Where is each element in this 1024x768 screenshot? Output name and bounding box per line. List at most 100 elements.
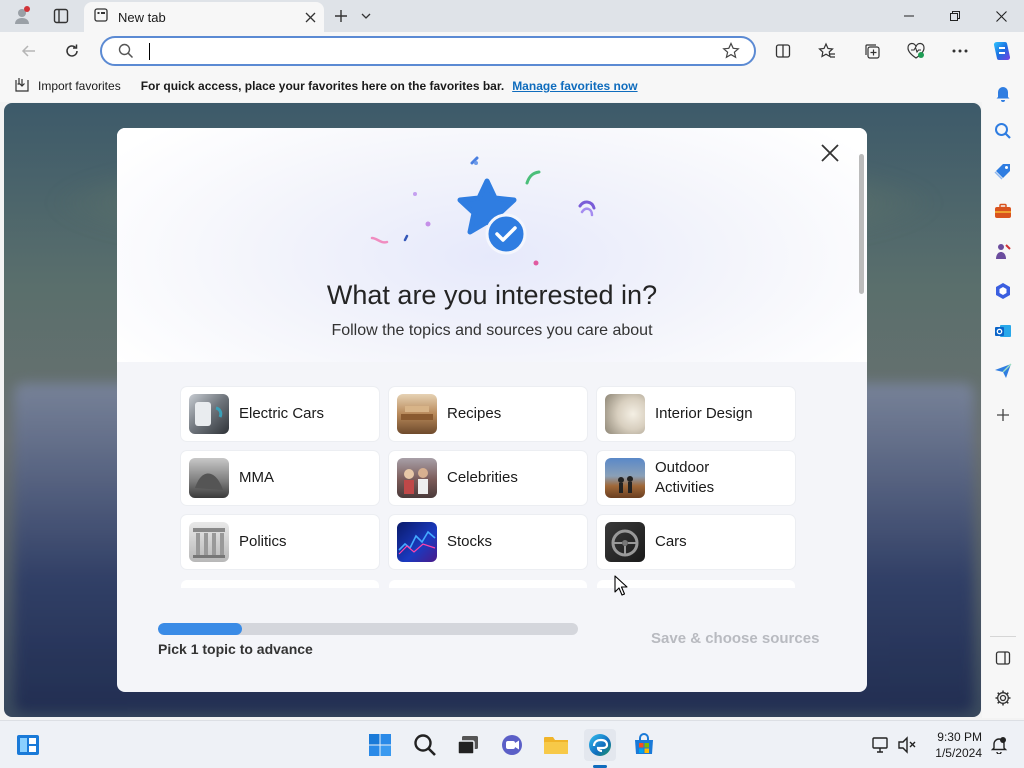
file-explorer-icon[interactable] (540, 729, 572, 761)
profile-avatar-icon[interactable] (8, 0, 36, 32)
topic-thumbnail (397, 394, 437, 434)
mouse-pointer-icon (614, 575, 628, 596)
volume-muted-icon[interactable] (893, 729, 921, 761)
import-icon (14, 77, 30, 96)
edge-browser-icon[interactable] (584, 729, 616, 768)
topic-label: Politics (239, 533, 287, 550)
topic-thumbnail (605, 522, 645, 562)
taskbar-search-icon[interactable] (409, 729, 441, 761)
tab-page-icon (94, 7, 108, 27)
topic-stocks[interactable]: Stocks (389, 515, 587, 569)
microsoft-365-icon[interactable] (990, 278, 1016, 304)
address-input[interactable] (146, 42, 706, 60)
notification-bell-icon[interactable] (990, 80, 1016, 106)
search-icon (118, 43, 134, 64)
manage-favorites-link[interactable]: Manage favorites now (512, 79, 637, 93)
restore-button[interactable] (932, 0, 978, 32)
dialog-subtitle: Follow the topics and sources you care a… (331, 322, 653, 339)
system-clock[interactable]: 9:30 PM 1/5/2024 (920, 729, 982, 761)
progress-hint: Pick 1 topic to advance (158, 641, 313, 657)
widgets-icon[interactable] (12, 729, 44, 761)
collections-icon[interactable] (857, 36, 887, 66)
outlook-icon[interactable] (990, 318, 1016, 344)
drop-send-icon[interactable] (990, 358, 1016, 384)
tools-briefcase-icon[interactable] (990, 198, 1016, 224)
task-view-icon[interactable] (452, 729, 484, 761)
dialog-scrollbar[interactable] (859, 154, 864, 294)
favorite-star-icon[interactable] (722, 42, 740, 65)
topic-cars[interactable]: Cars (597, 515, 795, 569)
close-window-button[interactable] (978, 0, 1024, 32)
more-options-icon[interactable] (945, 36, 975, 66)
sidebar-search-icon[interactable] (990, 118, 1016, 144)
topic-outdoor-activities[interactable]: Outdoor Activities (597, 451, 795, 505)
topic-label: Cars (655, 533, 687, 550)
add-sidebar-app-plus-icon[interactable] (990, 402, 1016, 428)
vertical-tabs-icon[interactable] (48, 0, 74, 32)
topic-label: Stocks (447, 533, 493, 550)
topic-politics[interactable]: Politics (181, 515, 379, 569)
clock-date: 1/5/2024 (935, 746, 982, 760)
microsoft-store-icon[interactable] (628, 729, 660, 761)
import-favorites-button[interactable]: Import favorites (14, 77, 121, 96)
topic-mma[interactable]: MMA (181, 451, 379, 505)
topic-thumbnail (605, 394, 645, 434)
topic-label: Celebrities (447, 469, 518, 486)
back-arrow-icon[interactable] (14, 36, 44, 66)
copilot-icon[interactable] (987, 36, 1017, 66)
minimize-button[interactable] (886, 0, 932, 32)
tab-close-icon[interactable] (296, 12, 324, 23)
hide-sidebar-icon[interactable] (990, 645, 1016, 671)
save-and-choose-sources-button[interactable]: Save & choose sources (651, 630, 819, 647)
sidebar-divider (990, 636, 1016, 637)
edge-sidebar (982, 70, 1024, 718)
tab-actions-chevron-down-icon[interactable] (356, 0, 376, 32)
favorites-hint: For quick access, place your favorites h… (140, 79, 505, 93)
sidebar-settings-gear-icon[interactable] (990, 685, 1016, 711)
topic-interior-design[interactable]: Interior Design (597, 387, 795, 441)
topic-label: Recipes (447, 405, 502, 422)
games-icon[interactable] (990, 238, 1016, 264)
topic-progress-bar (158, 623, 578, 635)
dialog-header: What are you interested in? Follow the t… (117, 128, 867, 362)
import-favorites-label: Import favorites (38, 79, 121, 93)
topic-progress-fill (158, 623, 242, 635)
notification-center-icon[interactable] (985, 729, 1013, 761)
tab-title: New tab (118, 9, 166, 25)
network-icon[interactable] (867, 729, 895, 761)
dialog-close-icon[interactable] (817, 140, 843, 166)
favorites-icon[interactable] (812, 36, 842, 66)
taskbar: 9:30 PM 1/5/2024 (0, 720, 1024, 768)
topic-thumbnail (189, 394, 229, 434)
topic-recipes[interactable]: Recipes (389, 387, 587, 441)
topic-label: MMA (239, 469, 274, 486)
topic-label: Electric Cars (239, 405, 325, 422)
topic-thumbnail (605, 458, 645, 498)
topic-electric-cars[interactable]: Electric Cars (181, 387, 379, 441)
teams-chat-icon[interactable] (496, 729, 528, 761)
topic-card-partial[interactable] (389, 580, 587, 588)
browser-toolbar (0, 32, 1024, 70)
topic-label: Outdoor Activities (655, 459, 715, 496)
topic-thumbnail (189, 522, 229, 562)
dialog-title: What are you interested in? (326, 280, 658, 310)
topic-label: Interior Design (655, 405, 753, 422)
windows-start-icon[interactable] (364, 729, 396, 761)
title-bar: New tab (0, 0, 1024, 32)
topic-thumbnail (397, 522, 437, 562)
topic-card-partial[interactable] (181, 580, 379, 588)
favorites-bar: Import favorites For quick access, place… (0, 70, 982, 102)
text-caret (149, 43, 150, 60)
topic-thumbnail (189, 458, 229, 498)
star-check-illustration (370, 156, 596, 266)
split-screen-icon[interactable] (768, 36, 798, 66)
shopping-tag-icon[interactable] (990, 158, 1016, 184)
topic-thumbnail (397, 458, 437, 498)
clock-time: 9:30 PM (937, 730, 982, 744)
new-tab-plus-icon[interactable] (330, 0, 352, 32)
address-bar[interactable] (100, 36, 756, 66)
browser-essentials-icon[interactable] (901, 36, 931, 66)
refresh-icon[interactable] (57, 36, 87, 66)
topic-celebrities[interactable]: Celebrities (389, 451, 587, 505)
tab-new-tab[interactable]: New tab (84, 2, 324, 32)
